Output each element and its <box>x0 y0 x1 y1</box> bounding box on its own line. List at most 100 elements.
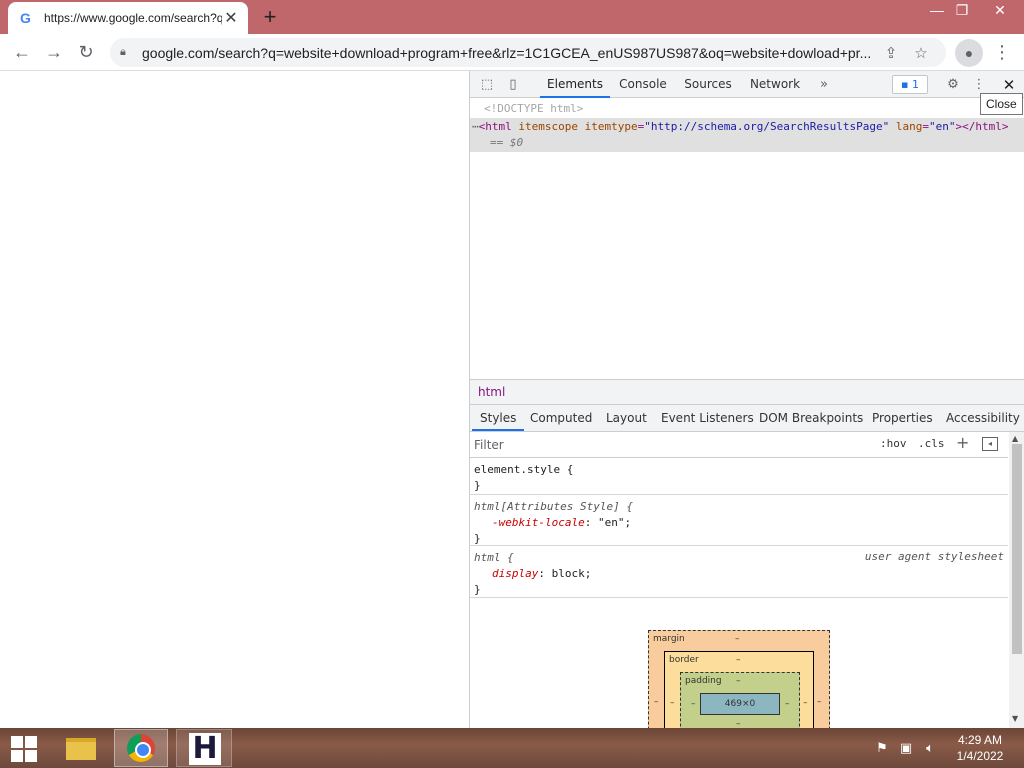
dom-tree: <!DOCTYPE html> ⋯<html itemscope itemtyp… <box>470 98 1024 379</box>
selected-marker: == $0 <box>490 136 524 149</box>
padding-left-value[interactable]: – <box>691 699 696 709</box>
subtab-styles[interactable]: Styles <box>472 405 525 431</box>
attr-lang-name: lang <box>895 120 923 133</box>
margin-left-value[interactable]: – <box>654 697 659 707</box>
property-name: -webkit-locale <box>492 516 585 529</box>
action-center-flag-icon[interactable]: ⚑ <box>874 740 890 756</box>
padding-bottom-value[interactable]: – <box>736 719 741 728</box>
breadcrumb: html <box>470 379 1024 405</box>
subtab-layout[interactable]: Layout <box>606 405 647 431</box>
forward-arrow-icon[interactable]: → <box>40 38 68 66</box>
tab-network[interactable]: Network <box>746 71 804 98</box>
window-close-button[interactable]: ✕ <box>980 0 1020 22</box>
margin-right-value[interactable]: – <box>817 697 822 707</box>
class-toggle[interactable]: .cls <box>918 437 945 450</box>
address-bar[interactable]: 🔒︎ google.com/search?q=website+download+… <box>110 38 946 67</box>
tab-title: https://www.google.com/search?q=website+… <box>44 11 222 25</box>
browser-toolbar: ← → ↻ 🔒︎ google.com/search?q=website+dow… <box>0 34 1024 71</box>
message-icon: ▪ <box>901 78 909 91</box>
clock-time: 4:29 AM <box>957 733 1003 747</box>
reload-icon[interactable]: ↻ <box>72 38 100 66</box>
close-tooltip: Close <box>980 93 1023 115</box>
breadcrumb-html[interactable]: html <box>478 385 505 399</box>
add-rule-icon[interactable]: + <box>956 433 969 452</box>
new-tab-button[interactable]: + <box>258 4 282 30</box>
box-model-content-size[interactable]: 469×0 <box>700 693 780 715</box>
box-model-border[interactable]: border – – – padding – – – – 469×0 <box>664 651 814 728</box>
rule-selector: html[Attributes Style] { <box>474 500 633 513</box>
windows-start-icon[interactable] <box>6 734 40 762</box>
page-viewport <box>0 71 469 728</box>
box-model-padding[interactable]: padding – – – – 469×0 <box>680 672 800 728</box>
padding-right-value[interactable]: – <box>785 699 790 709</box>
subtab-properties[interactable]: Properties <box>872 405 933 431</box>
subtab-dom-breakpoints[interactable]: DOM Breakpoints <box>759 405 863 431</box>
rule-element-style[interactable]: element.style { } <box>470 458 1008 495</box>
rule-close-brace: } <box>474 479 481 492</box>
border-label: border <box>669 655 699 665</box>
hover-state-toggle[interactable]: :hov <box>880 437 907 450</box>
tab-sources[interactable]: Sources <box>680 71 736 98</box>
inspect-element-icon[interactable]: ⬚ <box>476 74 498 96</box>
rule-attributes-style[interactable]: html[Attributes Style] { -webkit-locale:… <box>470 495 1008 546</box>
property-value: : "en"; <box>584 516 632 529</box>
rule-close-brace: } <box>474 532 481 545</box>
browser-titlebar: G https://www.google.com/search?q=websit… <box>0 0 1024 34</box>
attr-itemtype-name: itemtype <box>584 120 638 133</box>
file-explorer-icon[interactable] <box>58 730 104 766</box>
border-left-value[interactable]: – <box>670 698 675 708</box>
device-toggle-icon[interactable]: ▯ <box>502 74 524 96</box>
padding-label: padding <box>685 676 722 686</box>
margin-top-value[interactable]: – <box>735 634 740 644</box>
padding-top-value[interactable]: – <box>736 676 741 686</box>
styles-subtabs: Styles Computed Layout Event Listeners D… <box>470 405 1024 432</box>
attr-itemscope: itemscope <box>518 120 578 133</box>
browser-menu-icon[interactable]: ⋮ <box>992 38 1012 66</box>
rule-property[interactable]: display: block; <box>474 566 1004 582</box>
rule-origin[interactable]: user agent stylesheet <box>865 550 1004 563</box>
google-favicon-icon: G <box>20 10 31 26</box>
subtab-event-listeners[interactable]: Event Listeners <box>661 405 754 431</box>
subtab-computed[interactable]: Computed <box>530 405 592 431</box>
styles-scrollbar[interactable]: ▲ ▼ <box>1009 432 1024 728</box>
profile-avatar-icon[interactable]: ● <box>955 39 983 67</box>
clock-date: 1/4/2022 <box>956 749 1004 763</box>
styles-filter-input[interactable] <box>474 435 872 455</box>
h-app-taskbar-icon[interactable]: H <box>176 729 232 767</box>
border-top-value[interactable]: – <box>736 655 741 665</box>
html-node-selected[interactable]: ⋯<html itemscope itemtype="http://schema… <box>470 118 1024 152</box>
issues-badge[interactable]: ▪ 1 <box>892 75 928 94</box>
lock-icon[interactable]: 🔒︎ <box>120 46 136 59</box>
margin-label: margin <box>653 634 685 644</box>
settings-gear-icon[interactable]: ⚙ <box>942 74 964 96</box>
border-right-value[interactable]: – <box>803 698 808 708</box>
tab-close-icon[interactable]: ✕ <box>222 8 240 28</box>
network-icon[interactable]: ▣ <box>898 740 914 756</box>
browser-tab[interactable]: G https://www.google.com/search?q=websit… <box>8 2 248 34</box>
box-model-margin[interactable]: margin – – – border – – – padding – – – … <box>648 630 830 728</box>
url-text[interactable]: google.com/search?q=website+download+pro… <box>136 45 876 61</box>
share-icon[interactable]: ⇪ <box>876 44 906 62</box>
more-tabs-icon[interactable]: » <box>814 71 834 98</box>
volume-muted-icon[interactable]: 🔈︎ <box>922 740 938 756</box>
box-model-diagram: margin – – – border – – – padding – – – … <box>648 630 830 728</box>
back-arrow-icon[interactable]: ← <box>8 38 36 66</box>
doctype-node[interactable]: <!DOCTYPE html> <box>484 102 583 115</box>
window-restore-button[interactable]: ❐ <box>945 0 979 22</box>
devtools-panel: ⬚ ▯ Elements Console Sources Network » ▪… <box>469 71 1024 728</box>
subtab-accessibility[interactable]: Accessibility <box>946 405 1020 431</box>
rule-html-user-agent[interactable]: html { user agent stylesheet display: bl… <box>470 546 1008 598</box>
scroll-up-arrow-icon[interactable]: ▲ <box>1012 434 1018 443</box>
bookmark-star-icon[interactable]: ☆ <box>906 44 936 62</box>
scroll-down-arrow-icon[interactable]: ▼ <box>1012 714 1018 723</box>
rule-property[interactable]: -webkit-locale: "en"; <box>474 515 1004 531</box>
scroll-thumb[interactable] <box>1012 444 1022 654</box>
tab-console[interactable]: Console <box>616 71 670 98</box>
toggle-sidebar-icon[interactable]: ◂ <box>982 437 998 451</box>
expand-dots-icon[interactable]: ⋯ <box>472 120 479 133</box>
tab-elements[interactable]: Elements <box>540 71 610 98</box>
issues-count: 1 <box>911 78 919 91</box>
rule-close-brace: } <box>474 583 481 596</box>
chrome-taskbar-icon[interactable] <box>114 729 168 767</box>
taskbar-clock[interactable]: 4:29 AM 1/4/2022 <box>944 732 1016 764</box>
